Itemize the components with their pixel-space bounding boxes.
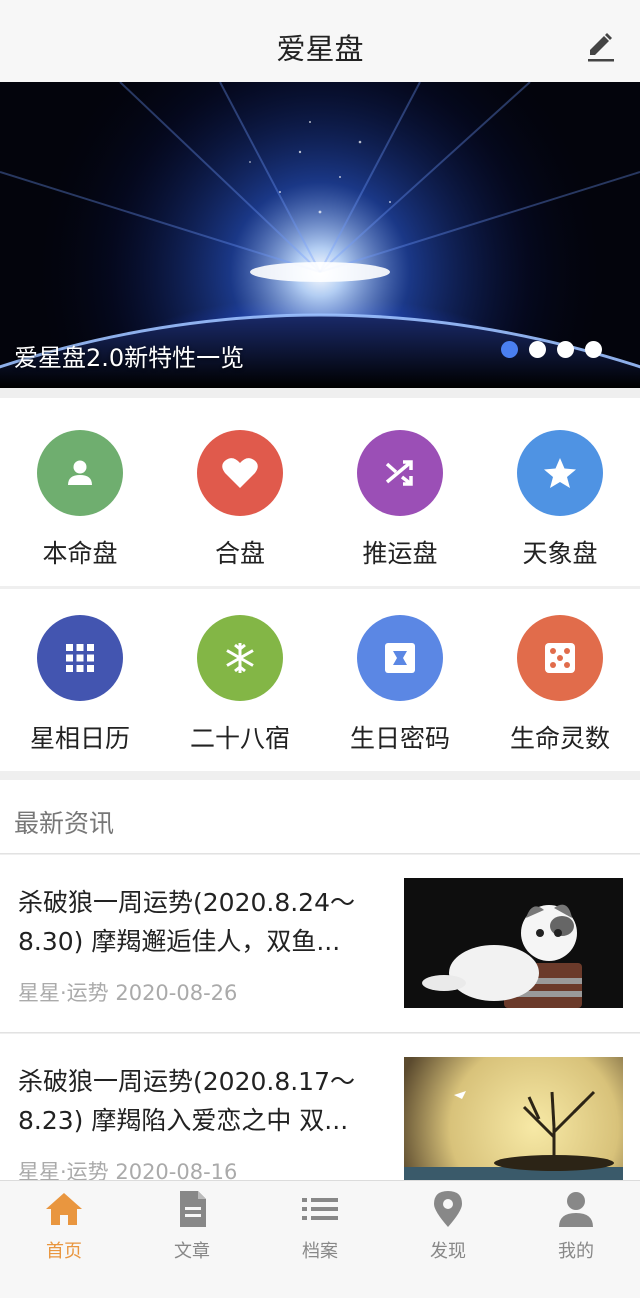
feature-label: 推运盘	[362, 539, 438, 568]
news-meta: 星星·运势 2020-08-26	[18, 981, 238, 1005]
carousel-dot[interactable]	[557, 341, 574, 358]
home-icon	[46, 1193, 82, 1225]
news-title: 杀破狼一周运势(2020.8.17～ 8.23) 摩羯陷入爱恋之中 双...	[18, 1062, 388, 1140]
heart-icon	[197, 430, 283, 516]
news-heading: 最新资讯	[14, 809, 115, 838]
tab-home[interactable]: 首页	[0, 1181, 128, 1298]
feature-28-mansions[interactable]: 二十八宿	[160, 589, 320, 771]
feature-label: 本命盘	[42, 539, 118, 568]
feature-synastry[interactable]: 合盘	[160, 398, 320, 586]
person-icon	[37, 430, 123, 516]
user-icon	[559, 1192, 593, 1227]
bottom-tab-bar: 首页 文章 档案 发现 我的	[0, 1180, 640, 1298]
banner-carousel[interactable]: 爱星盘2.0新特性一览	[0, 82, 640, 388]
news-title: 杀破狼一周运势(2020.8.24～ 8.30) 摩羯邂逅佳人，双鱼...	[18, 883, 388, 961]
news-title-line: 8.23) 摩羯陷入爱恋之中 双...	[18, 1106, 349, 1135]
banner-caption[interactable]: 爱星盘2.0新特性一览	[14, 338, 244, 373]
tab-archive[interactable]: 档案	[256, 1181, 384, 1298]
feature-label: 天象盘	[522, 539, 598, 568]
feature-label: 生命灵数	[509, 724, 610, 753]
shuffle-icon	[357, 430, 443, 516]
news-section-header: 最新资讯	[0, 780, 640, 854]
carousel-indicator	[501, 341, 602, 358]
tab-articles[interactable]: 文章	[128, 1181, 256, 1298]
feature-progression[interactable]: 推运盘	[320, 398, 480, 586]
feature-natal-chart[interactable]: 本命盘	[0, 398, 160, 586]
pencil-icon[interactable]	[584, 30, 618, 64]
feature-astro-calendar[interactable]: 星相日历	[0, 589, 160, 771]
top-bar: 爱星盘	[0, 0, 640, 82]
carousel-dot[interactable]	[529, 341, 546, 358]
tab-label: 档案	[302, 1241, 338, 1262]
location-pin-icon	[434, 1191, 462, 1227]
feature-label: 生日密码	[349, 724, 450, 753]
dice-icon	[517, 615, 603, 701]
star-icon	[517, 430, 603, 516]
feature-grid-row-2: 星相日历 二十八宿 生日密码 生命灵数	[0, 589, 640, 771]
feature-sky-chart[interactable]: 天象盘	[480, 398, 640, 586]
tab-label: 发现	[430, 1241, 466, 1262]
tab-label: 首页	[46, 1241, 82, 1262]
news-thumbnail	[404, 878, 623, 1008]
snowflake-icon	[197, 615, 283, 701]
carousel-dot[interactable]	[585, 341, 602, 358]
document-icon	[180, 1191, 206, 1227]
feature-label: 星相日历	[29, 724, 130, 753]
feature-label: 二十八宿	[189, 724, 290, 753]
tab-discover[interactable]: 发现	[384, 1181, 512, 1298]
grid-icon	[37, 615, 123, 701]
news-title-line: 杀破狼一周运势(2020.8.17～	[18, 1067, 355, 1096]
carousel-dot-active[interactable]	[501, 341, 518, 358]
list-icon	[302, 1198, 338, 1220]
feature-grid-row-1: 本命盘 合盘 推运盘 天象盘	[0, 398, 640, 586]
app-title: 爱星盘	[276, 32, 364, 66]
news-title-line: 8.30) 摩羯邂逅佳人，双鱼...	[18, 927, 341, 956]
news-title-line: 杀破狼一周运势(2020.8.24～	[18, 888, 355, 917]
tab-label: 文章	[174, 1241, 210, 1262]
feature-label: 合盘	[214, 539, 265, 568]
feature-life-number[interactable]: 生命灵数	[480, 589, 640, 771]
tab-profile[interactable]: 我的	[512, 1181, 640, 1298]
news-item[interactable]: 杀破狼一周运势(2020.8.24～ 8.30) 摩羯邂逅佳人，双鱼... 星星…	[0, 855, 640, 1033]
feature-birthday-code[interactable]: 生日密码	[320, 589, 480, 771]
tab-label: 我的	[558, 1241, 594, 1262]
puzzle-icon	[357, 615, 443, 701]
news-thumbnail	[404, 1057, 623, 1187]
